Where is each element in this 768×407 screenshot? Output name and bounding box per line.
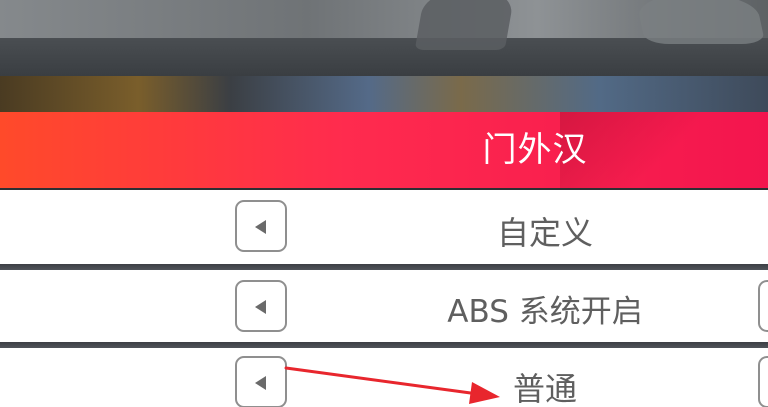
difficulty-title: 门外汉 xyxy=(482,130,588,170)
setting-row-abs: ABS 系统开启 xyxy=(0,270,768,342)
preset-value: 自定义 xyxy=(496,214,593,252)
left-triangle-icon xyxy=(255,300,266,314)
abs-value: ABS 系统开启 xyxy=(447,294,643,330)
next-option-button[interactable] xyxy=(758,356,768,407)
background-scene xyxy=(0,0,768,118)
left-triangle-icon xyxy=(255,220,266,234)
previous-option-button[interactable] xyxy=(235,200,287,252)
previous-option-button[interactable] xyxy=(235,356,287,407)
setting-row-preset: 自定义 xyxy=(0,190,768,264)
next-option-button[interactable] xyxy=(758,280,768,332)
game-settings-screen: 门外汉 自定义 ABS 系统开启 普通 xyxy=(0,0,768,407)
background-car-hood xyxy=(414,0,516,50)
background-panel-middle xyxy=(0,38,768,76)
background-car-part xyxy=(634,0,766,44)
left-triangle-icon xyxy=(255,376,266,390)
previous-option-button[interactable] xyxy=(235,280,287,332)
mode-value: 普通 xyxy=(512,370,577,407)
setting-row-mode: 普通 xyxy=(0,348,768,407)
